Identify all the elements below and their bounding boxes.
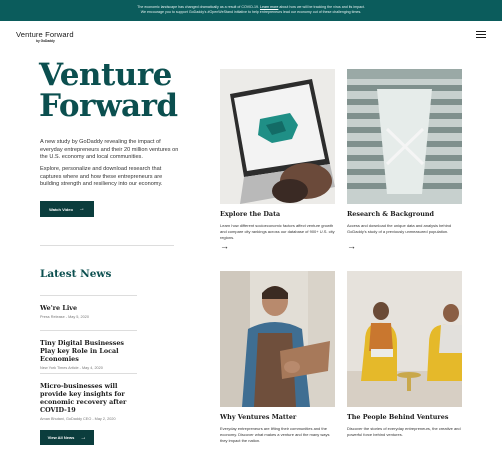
card-desc-explore-data: Learn how different socioeconomic factor… (220, 223, 335, 240)
card-title-people[interactable]: The People Behind Ventures (347, 413, 448, 421)
banner-text: The economic landscape has changed drama… (137, 5, 259, 9)
news-divider (40, 295, 137, 296)
banner-learn-more-link[interactable]: Learn more (260, 5, 278, 9)
godaddy-byline: by GoDaddy (36, 39, 55, 43)
arrow-right-icon: → (78, 206, 85, 212)
library-atrium-image[interactable] (347, 69, 462, 204)
craftsman-image[interactable] (220, 271, 335, 407)
news-item[interactable]: Micro-businesses will provide key insigh… (40, 373, 140, 421)
card-desc-why-ventures: Everyday entrepreneurs are lifting their… (220, 426, 330, 443)
card-desc-research: Access and download the unique data and … (347, 223, 452, 234)
watch-video-button[interactable]: Watch Video → (40, 201, 94, 217)
people-chairs-image[interactable] (347, 271, 462, 407)
arrow-right-icon: → (80, 434, 87, 441)
news-item[interactable]: Tiny Digital Businesses Play key Role in… (40, 330, 140, 370)
news-meta: Aman Bhutani, GoDaddy CEO - May 2, 2020 (40, 417, 116, 421)
hero-title-line-1: Venture (39, 57, 172, 93)
news-title[interactable]: Micro-businesses will provide key insigh… (40, 382, 140, 414)
hero-paragraph-2: Explore, personalize and download resear… (40, 166, 163, 187)
news-divider (40, 330, 137, 331)
latest-news-heading: Latest News (40, 268, 112, 280)
card-title-explore-data[interactable]: Explore the Data (220, 210, 280, 218)
hero-title: Venture Forward (39, 60, 178, 122)
news-meta: New York Times Article - May 4, 2020 (40, 366, 103, 370)
hero-title-line-2: Forward (39, 88, 178, 124)
watch-video-label: Watch Video (49, 206, 73, 212)
news-divider (40, 373, 137, 374)
arrow-right-icon[interactable]: → (220, 242, 229, 251)
card-title-research[interactable]: Research & Background (347, 210, 434, 218)
view-all-news-button[interactable]: View All News → (40, 430, 94, 445)
view-all-news-label: View All News (47, 435, 75, 440)
banner-line-2: We encourage you to support GoDaddy's #O… (140, 10, 362, 14)
arrow-right-icon[interactable]: → (347, 242, 356, 251)
news-title[interactable]: We're Live (40, 304, 140, 312)
news-meta: Press Release - May 5, 2020 (40, 315, 89, 319)
news-item[interactable]: We're Live Press Release - May 5, 2020 (40, 295, 140, 319)
announcement-banner: The economic landscape has changed drama… (0, 0, 502, 21)
hamburger-menu-icon[interactable] (476, 31, 486, 38)
site-logo[interactable]: Venture Forward (16, 30, 74, 39)
laptop-map-image[interactable] (220, 69, 335, 204)
card-desc-people: Discover the stories of everyday entrepr… (347, 426, 461, 437)
hero-paragraph-1: A new study by GoDaddy revealing the imp… (40, 139, 179, 160)
banner-text-after: about how we will be tracking the virus … (279, 5, 365, 9)
section-divider (40, 245, 174, 246)
card-title-why-ventures[interactable]: Why Ventures Matter (220, 413, 296, 421)
news-title[interactable]: Tiny Digital Businesses Play key Role in… (40, 339, 140, 363)
